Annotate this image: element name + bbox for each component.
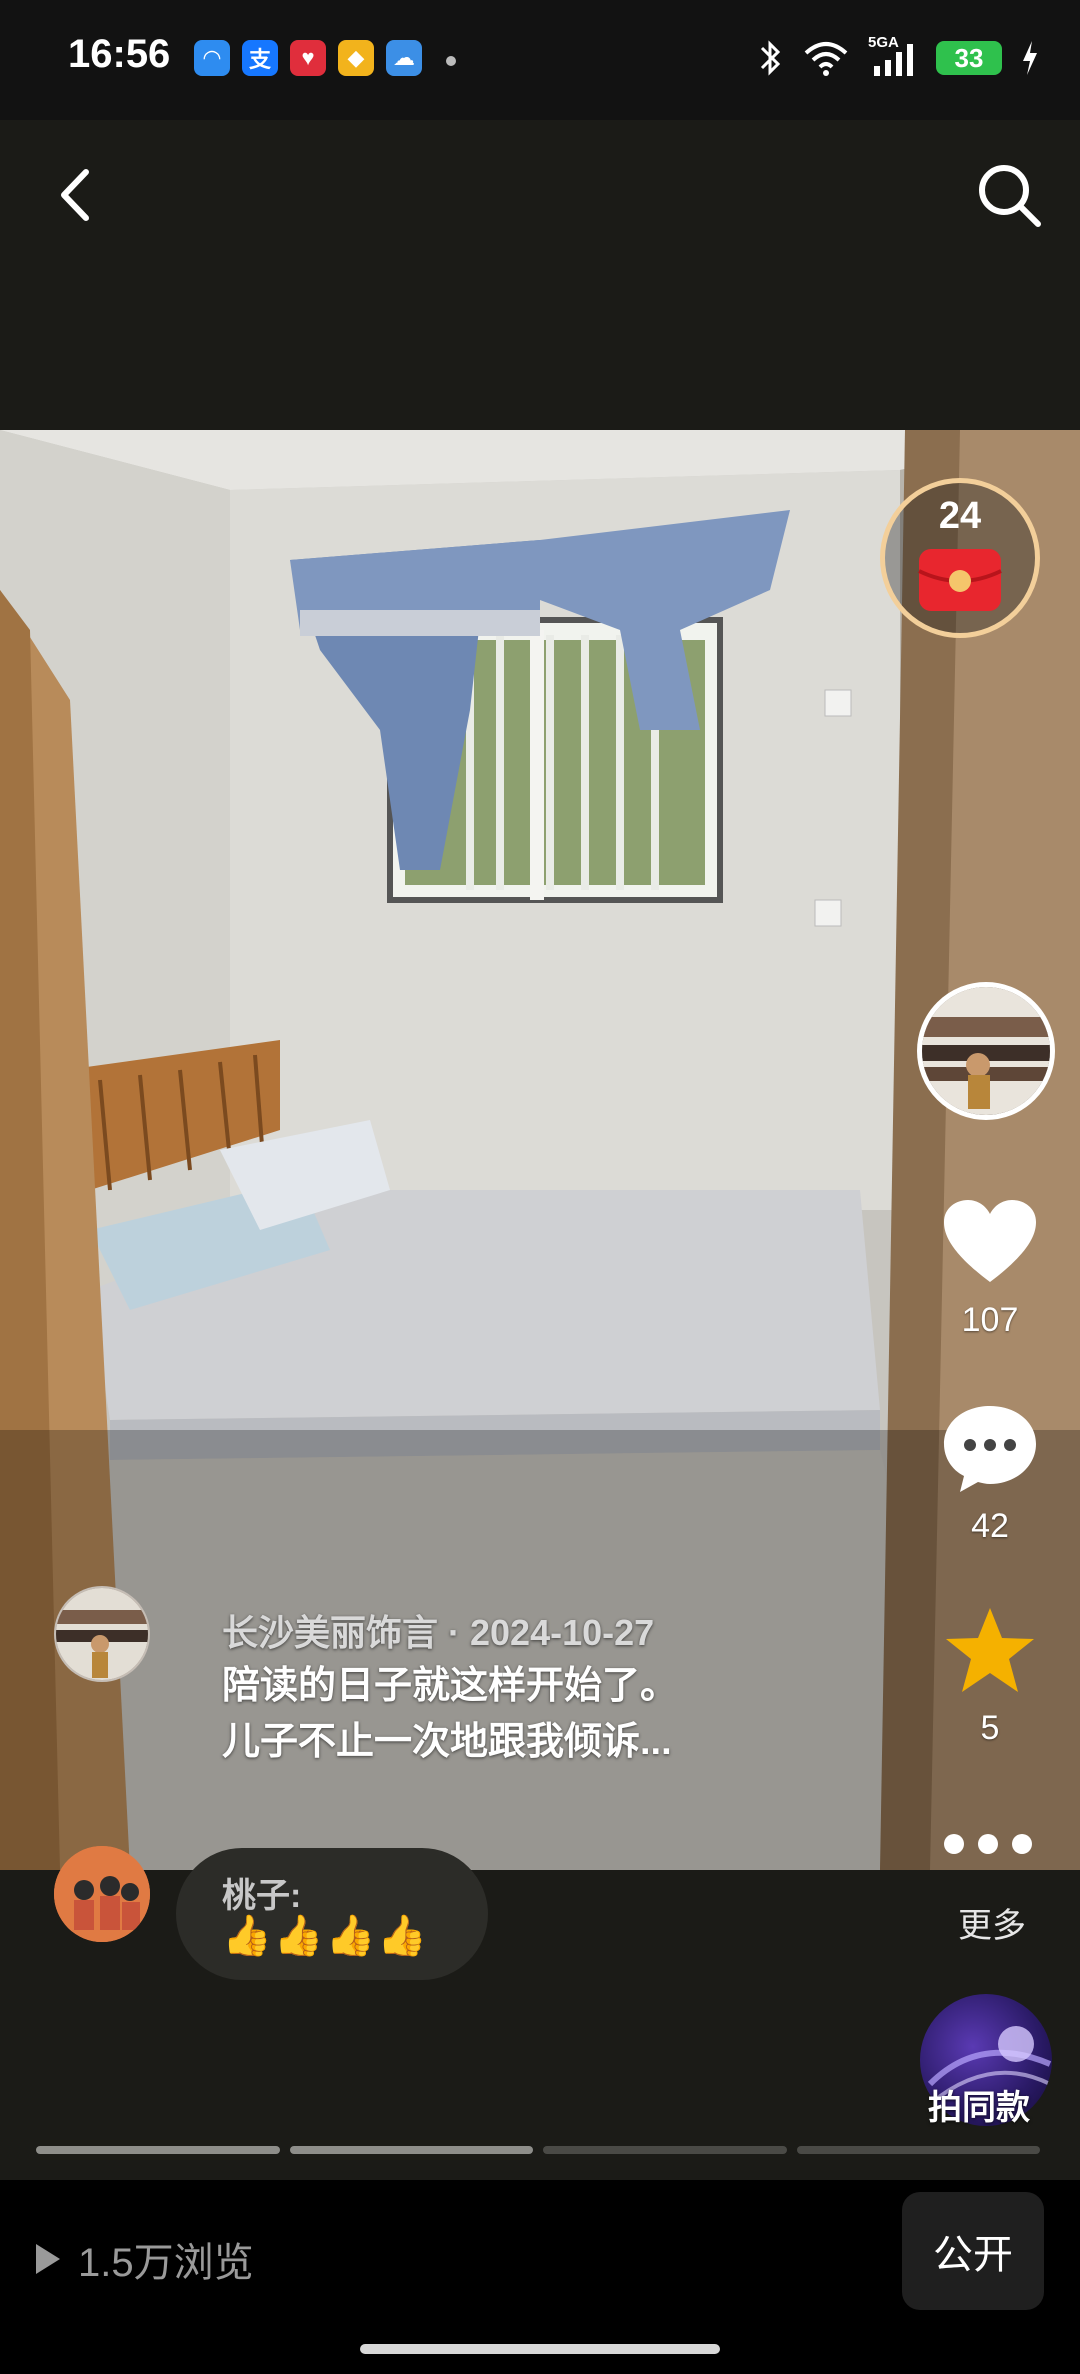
caption-author-avatar[interactable] [54,1586,150,1682]
post-author[interactable]: 长沙美丽饰言 [222,1612,438,1653]
play-icon [36,2244,60,2274]
favorite-action[interactable]: 5 [920,1604,1060,1748]
visibility-button[interactable]: 公开 [902,2192,1044,2310]
view-count: 1.5万浏览 [32,2230,254,2288]
latest-comment[interactable]: 桃子: 👍👍👍👍 [176,1848,488,1980]
home-indicator[interactable] [360,2344,720,2354]
author-avatar[interactable] [917,982,1055,1120]
commenter-avatar-image [54,1846,150,1942]
charging-icon [1023,41,1037,75]
status-app-icons: ◠ 支 ♥ ◆ ☁ [194,40,422,76]
carousel-progress [36,2146,1040,2154]
qq-browser-icon: ◠ [194,40,230,76]
search-icon [979,165,1041,227]
wifi-icon [804,42,848,76]
more-options-icon[interactable] [944,1834,1032,1854]
search-button[interactable] [974,160,1044,230]
notification-dot [446,56,456,66]
weather-icon: ☁ [386,40,422,76]
caption-line-1: 陪读的日子就这样开始了。 [222,1665,679,1707]
gold-app-icon: ◆ [338,40,374,76]
like-count: 107 [961,1301,1019,1339]
comment-bubble-icon [944,1406,1036,1492]
post-meta: 长沙美丽饰言 · 2024-10-27 [222,1604,654,1656]
author-avatar-image [922,987,1050,1115]
red-packet-count: 24 [938,495,982,537]
status-bar: 16:56 ◠ 支 ♥ ◆ ☁ 5GA 33 [0,0,1080,120]
alipay-icon: 支 [242,40,278,76]
heart-icon [944,1200,1036,1282]
more-link[interactable]: 更多 [958,1898,1026,1947]
cellular-signal-icon: 5GA [868,34,918,78]
progress-segment [36,2146,280,2154]
view-count-text: 1.5万浏览 [78,2241,254,2285]
battery-indicator: 33 [936,41,1002,75]
meta-separator: · [438,1612,471,1653]
post-date: 2024-10-27 [470,1612,655,1653]
progress-segment [543,2146,787,2154]
caption-avatar-image [56,1588,148,1680]
back-button[interactable] [50,160,110,230]
commenter-name: 桃子: [222,1877,302,1915]
bottom-bar: 1.5万浏览 公开 [0,2180,1080,2374]
top-navigation [0,120,1080,430]
comment-count: 42 [971,1507,1009,1545]
status-right: 5GA 33 [758,34,1040,78]
comment-action[interactable]: 42 [920,1402,1060,1546]
star-icon [946,1608,1034,1692]
same-style-label[interactable]: 拍同款 [928,2080,1030,2129]
post-caption[interactable]: 陪读的日子就这样开始了。 儿子不止一次地跟我倾诉... [222,1658,678,1770]
progress-segment [796,2146,1040,2154]
favorite-count: 5 [980,1709,1000,1747]
caption-line-2: 儿子不止一次地跟我倾诉... [222,1721,672,1763]
comment-content: 👍👍👍👍 [222,1914,430,1958]
commenter-avatar[interactable] [54,1846,150,1942]
progress-segment [289,2146,533,2154]
like-action[interactable]: 107 [920,1196,1060,1340]
status-time: 16:56 [68,32,171,76]
chevron-left-icon [61,169,89,221]
health-app-icon: ♥ [290,40,326,76]
red-packet-button[interactable]: 24 [880,478,1040,638]
red-envelope-icon [918,549,1002,611]
comment-band [0,1870,1080,2180]
bluetooth-icon [760,40,781,76]
